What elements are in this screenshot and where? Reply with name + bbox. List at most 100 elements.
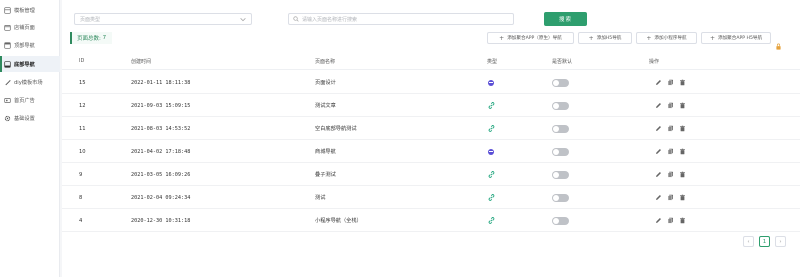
row-type	[488, 163, 495, 186]
sidebar-item-label: 模板管理	[14, 7, 35, 14]
add-aggregate-app-native-nav-button[interactable]: + 添加聚合APP（原生）导航	[487, 32, 574, 44]
column-header-actions: 操作	[649, 58, 660, 65]
row-created-time: 2021-04-02 17:18:48	[131, 148, 191, 155]
page-type-select[interactable]: 页面类型	[74, 13, 252, 25]
table-row: 4 2020-12-30 10:31:18 小程序导航（全栈）	[62, 209, 800, 232]
delete-icon[interactable]	[679, 194, 686, 201]
table-header: ID 创建时间 页面名称 类型 是否默认 操作	[62, 52, 800, 70]
default-toggle[interactable]	[552, 124, 569, 133]
row-page-name: 页面设计	[315, 80, 336, 86]
row-default-cell	[552, 163, 569, 186]
row-page-name: 叠子测试	[315, 172, 336, 178]
default-toggle[interactable]	[552, 101, 569, 110]
table-row: 15 2022-01-11 18:11:38 页面设计	[62, 71, 800, 94]
chevron-down-icon	[240, 17, 246, 24]
sidebar-item-label: 基础设置	[14, 115, 35, 122]
row-id: 9	[79, 171, 83, 178]
edit-icon[interactable]	[655, 194, 662, 201]
column-header-created: 创建时间	[131, 58, 152, 65]
add-button-label: 添加小程序导航	[654, 36, 687, 41]
table-row: 9 2021-03-05 16:09:26 叠子测试	[62, 163, 800, 186]
pagination-next-button[interactable]: ›	[775, 236, 786, 247]
sidebar-item-template[interactable]: 模板管理	[0, 2, 60, 18]
sidebar-item-top-nav[interactable]: 顶部导航	[0, 37, 60, 53]
edit-icon[interactable]	[655, 171, 662, 178]
default-toggle[interactable]	[552, 216, 569, 225]
delete-icon[interactable]	[679, 171, 686, 178]
delete-icon[interactable]	[679, 148, 686, 155]
add-miniprogram-nav-button[interactable]: + 添加小程序导航	[636, 32, 697, 44]
sidebar-item-label: 顶部导航	[14, 42, 35, 49]
row-page-name: 小程序导航（全栈）	[315, 218, 362, 224]
edit-icon[interactable]	[655, 217, 662, 224]
edit-icon[interactable]	[655, 148, 662, 155]
add-button-label: 添加H5导航	[596, 36, 622, 41]
row-type	[488, 117, 495, 140]
app-root: 模板管理 店铺页面 顶部导航 底部导航 diy模板市场 首页广告 基础设置 页面…	[0, 0, 800, 277]
sidebar-item-shop-page[interactable]: 店铺页面	[0, 19, 60, 35]
sidebar-item-basic-settings[interactable]: 基础设置	[0, 110, 60, 126]
pagination-prev-button[interactable]: ‹	[743, 236, 754, 247]
add-h5-nav-button[interactable]: + 添加H5导航	[578, 32, 632, 44]
row-default-cell	[552, 140, 569, 163]
edit-icon[interactable]	[655, 79, 662, 86]
template-icon	[4, 6, 11, 14]
page-icon	[4, 24, 11, 31]
link-type-icon	[488, 194, 495, 201]
link-type-icon	[488, 171, 495, 178]
row-page-name: 测试文章	[315, 103, 336, 109]
default-toggle[interactable]	[552, 170, 569, 179]
pagination-page-1[interactable]: 1	[759, 236, 770, 247]
row-id: 8	[79, 194, 83, 201]
copy-icon[interactable]	[667, 125, 674, 132]
table-row: 11 2021-08-03 14:53:52 空白底部导航测试	[62, 117, 800, 140]
sidebar-item-bottom-nav[interactable]: 底部导航	[0, 56, 60, 72]
copy-icon[interactable]	[667, 194, 674, 201]
add-button-label: 添加聚合APP（原生）导航	[507, 36, 562, 41]
add-button-label: 添加聚合APP H5导航	[717, 36, 763, 41]
search-button[interactable]: 搜索	[544, 12, 587, 26]
row-actions	[655, 186, 686, 209]
row-page-name: 空白底部导航测试	[315, 126, 357, 132]
copy-icon[interactable]	[667, 148, 674, 155]
copy-icon[interactable]	[667, 217, 674, 224]
row-id: 10	[79, 148, 86, 155]
lock-icon[interactable]	[775, 35, 782, 50]
sidebar-item-home-ad[interactable]: 首页广告	[0, 92, 60, 108]
row-type	[488, 71, 494, 94]
sidebar-item-label: 店铺页面	[14, 24, 35, 31]
edit-icon[interactable]	[655, 102, 662, 109]
sidebar-item-label: 首页广告	[14, 97, 35, 104]
row-default-cell	[552, 186, 569, 209]
delete-icon[interactable]	[679, 217, 686, 224]
row-type	[488, 186, 495, 209]
plus-icon: +	[646, 34, 652, 42]
sidebar-item-diy-market[interactable]: diy模板市场	[0, 74, 60, 90]
default-toggle[interactable]	[552, 193, 569, 202]
sidebar-item-label: 底部导航	[14, 61, 35, 68]
row-created-time: 2021-08-03 14:53:52	[131, 125, 191, 132]
table-row: 10 2021-04-02 17:18:48 商城导航	[62, 140, 800, 163]
table-row: 8 2021-02-04 09:24:34 测试	[62, 186, 800, 209]
default-toggle[interactable]	[552, 147, 569, 156]
page-total-count: 7	[102, 35, 107, 41]
edit-icon[interactable]	[655, 125, 662, 132]
search-input[interactable]: 请输入页面名称进行搜索	[288, 13, 514, 25]
copy-icon[interactable]	[667, 79, 674, 86]
delete-icon[interactable]	[679, 79, 686, 86]
row-actions	[655, 163, 686, 186]
row-created-time: 2020-12-30 10:31:18	[131, 217, 191, 224]
row-id: 11	[79, 125, 86, 132]
default-toggle[interactable]	[552, 78, 569, 87]
delete-icon[interactable]	[679, 102, 686, 109]
add-aggregate-app-h5-nav-button[interactable]: + 添加聚合APP H5导航	[701, 32, 771, 44]
delete-icon[interactable]	[679, 125, 686, 132]
link-type-icon	[488, 102, 495, 109]
row-type	[488, 209, 495, 232]
copy-icon[interactable]	[667, 171, 674, 178]
copy-icon[interactable]	[667, 102, 674, 109]
row-page-name: 商城导航	[315, 149, 336, 155]
plus-icon: +	[709, 34, 715, 42]
search-placeholder: 请输入页面名称进行搜索	[302, 16, 358, 23]
column-header-default: 是否默认	[552, 58, 573, 65]
